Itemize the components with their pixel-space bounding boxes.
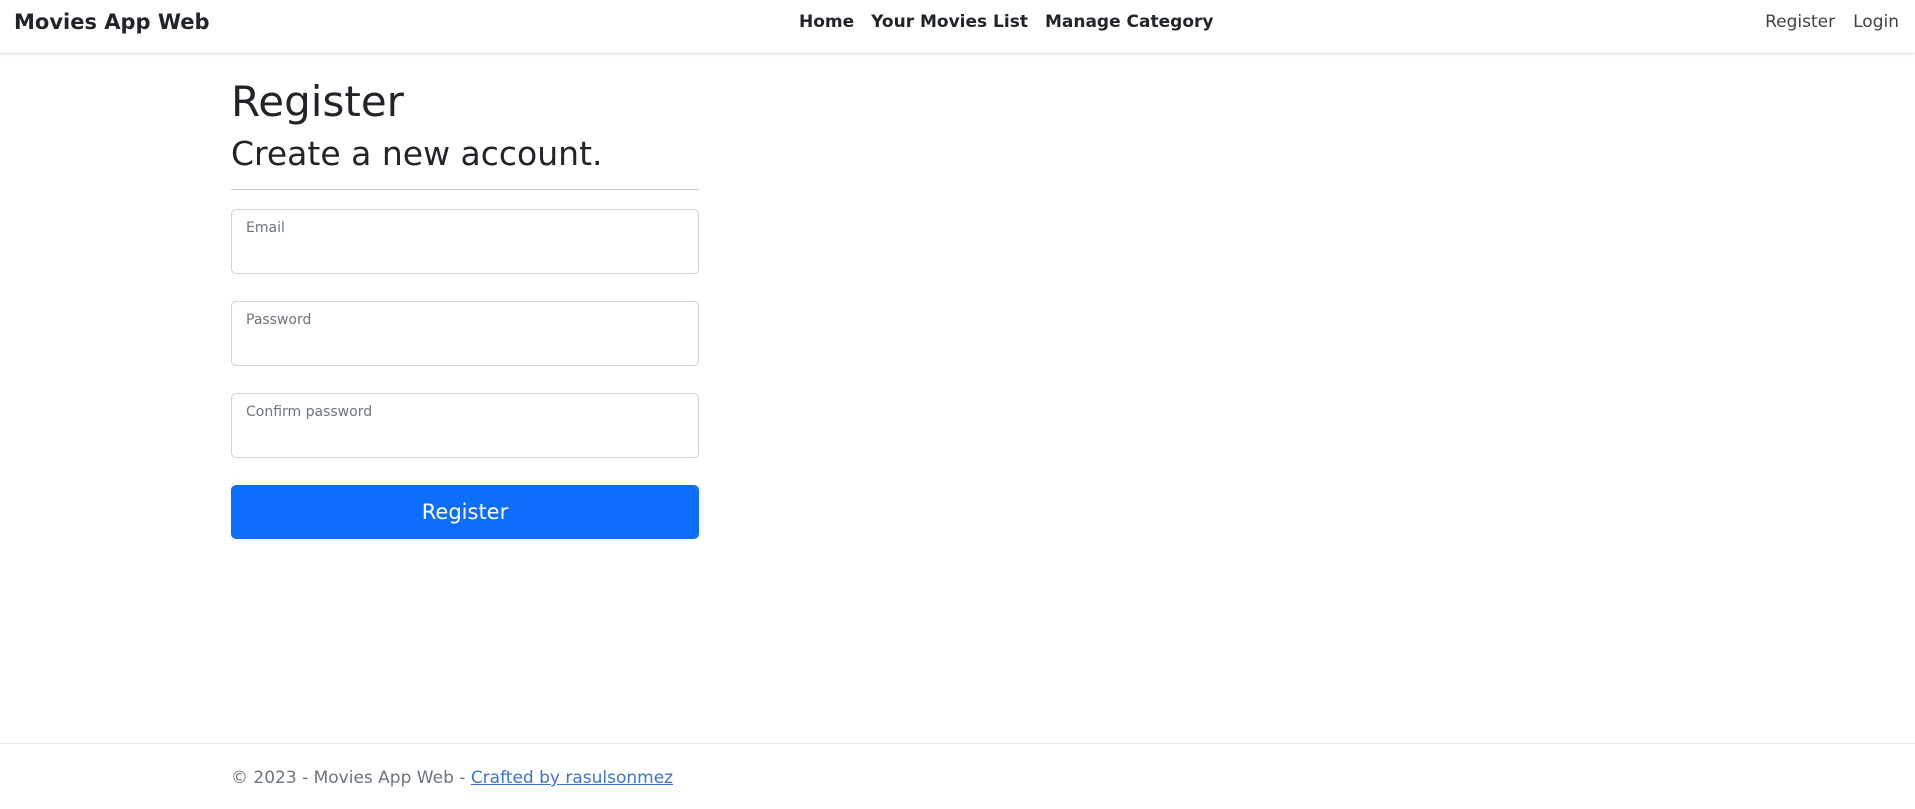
page-subtitle: Create a new account. bbox=[231, 134, 603, 173]
email-field: Email bbox=[231, 209, 699, 274]
top-navbar: Movies App Web Home Your Movies List Man… bbox=[0, 0, 1915, 54]
footer-text: © 2023 - Movies App Web - Crafted by ras… bbox=[231, 768, 673, 788]
nav-link-manage-category[interactable]: Manage Category bbox=[1045, 10, 1214, 34]
brand-link[interactable]: Movies App Web bbox=[14, 10, 210, 34]
footer: © 2023 - Movies App Web - Crafted by ras… bbox=[0, 743, 1915, 809]
nav-link-login[interactable]: Login bbox=[1853, 10, 1899, 34]
email-input[interactable] bbox=[245, 243, 685, 265]
nav-link-your-movies-list[interactable]: Your Movies List bbox=[871, 10, 1028, 34]
email-label: Email bbox=[246, 220, 285, 236]
divider bbox=[231, 189, 699, 190]
password-field: Password bbox=[231, 301, 699, 366]
password-input[interactable] bbox=[245, 335, 685, 357]
register-content: Register Create a new account. Email Pas… bbox=[231, 72, 699, 539]
nav-link-register[interactable]: Register bbox=[1765, 10, 1835, 34]
confirm-password-label: Confirm password bbox=[246, 404, 373, 420]
nav-link-home[interactable]: Home bbox=[799, 10, 854, 34]
register-button[interactable]: Register bbox=[231, 485, 699, 539]
register-form: Email Password Confirm password Register bbox=[231, 209, 699, 539]
page-title: Register bbox=[231, 77, 404, 126]
auth-nav: Register Login bbox=[1765, 10, 1899, 34]
footer-credit-link[interactable]: Crafted by rasulsonmez bbox=[471, 768, 673, 788]
password-label: Password bbox=[246, 312, 312, 328]
main-nav: Home Your Movies List Manage Category bbox=[799, 10, 1213, 34]
confirm-password-input[interactable] bbox=[245, 427, 685, 449]
confirm-password-field: Confirm password bbox=[231, 393, 699, 458]
footer-copyright: © 2023 - Movies App Web - bbox=[231, 768, 471, 788]
